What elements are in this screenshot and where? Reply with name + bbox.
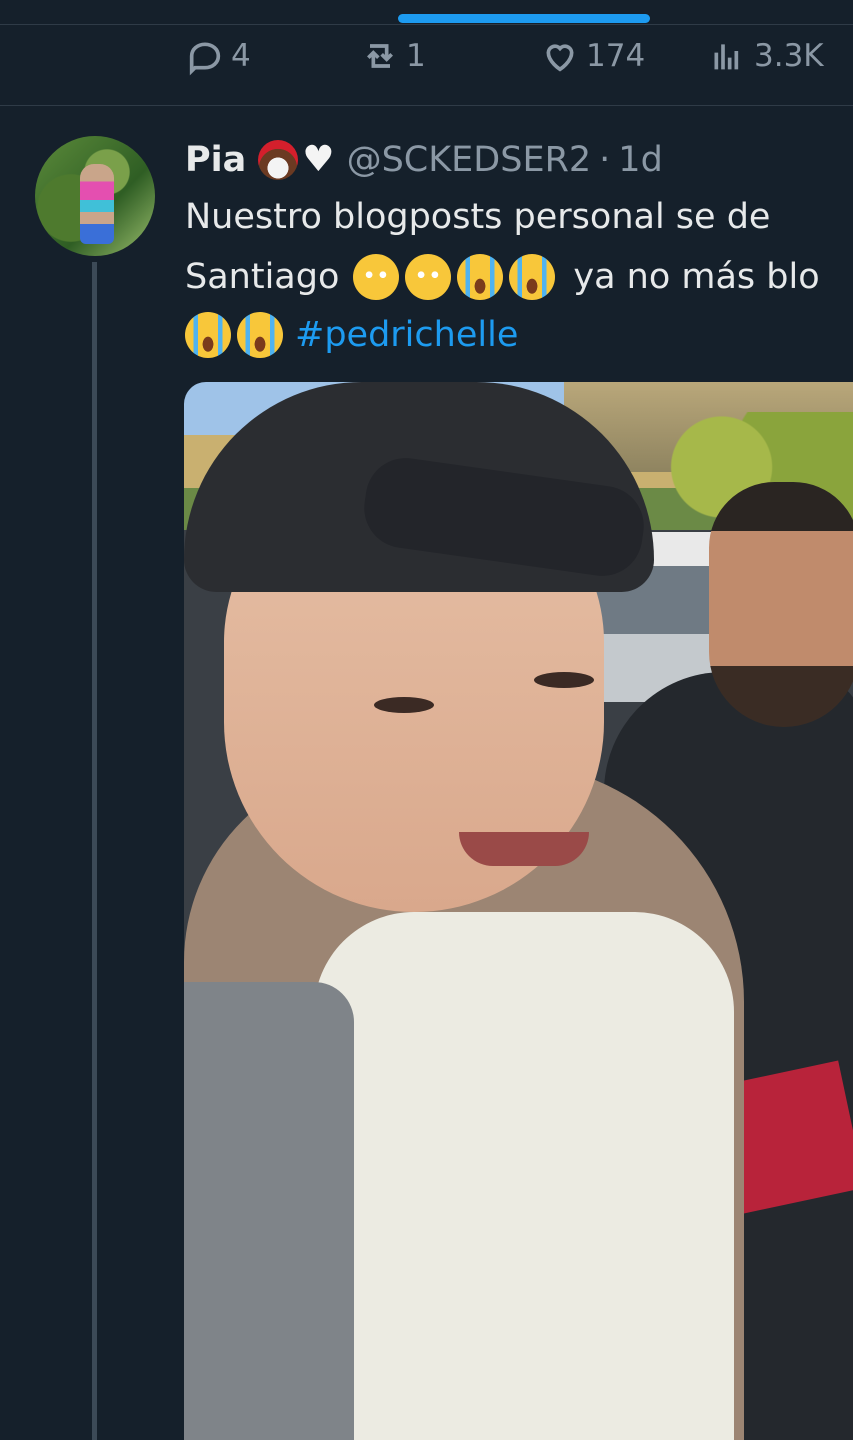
tweet-text-line-3: #pedrichelle xyxy=(185,306,853,364)
loudly-crying-face-emoji xyxy=(185,312,231,358)
santa-emoji xyxy=(258,140,299,180)
timestamp[interactable]: 1d xyxy=(618,140,663,180)
avatar-figure xyxy=(80,164,114,244)
reply-count: 4 xyxy=(231,38,251,74)
retweet-button[interactable]: 1 xyxy=(360,30,426,82)
tweet-text-line-1: Nuestro blogposts personal se de xyxy=(185,197,771,237)
thread-line xyxy=(92,262,97,1440)
pleading-face-emoji xyxy=(405,254,452,300)
photo-eye-right xyxy=(534,672,594,688)
separator: · xyxy=(599,140,611,180)
views-button[interactable]: 3.3K xyxy=(708,30,824,82)
previous-tweet-actions: 4 1 174 3.3K xyxy=(0,30,853,82)
white-heart-emoji: ♥ xyxy=(302,139,335,180)
photo-backpack-strap xyxy=(184,982,354,1440)
avatar[interactable] xyxy=(35,136,155,256)
loudly-crying-face-emoji xyxy=(457,254,504,300)
tweet-text-line-2: Santiago ya no más blo xyxy=(185,248,853,306)
retweet-count: 1 xyxy=(406,38,426,74)
hashtag-link[interactable]: #pedrichelle xyxy=(295,306,518,364)
retweet-icon xyxy=(367,44,393,68)
scroll-indicator xyxy=(398,14,650,23)
photo-eye-left xyxy=(374,697,434,713)
emoji-group xyxy=(353,254,561,300)
views-icon xyxy=(714,44,739,70)
photo-person-right-head xyxy=(709,482,853,727)
loudly-crying-face-emoji xyxy=(237,312,283,358)
tweet-header: Pia ♥ @SCKEDSER2 · 1d xyxy=(185,137,663,183)
pleading-face-emoji xyxy=(353,254,400,300)
name-emoji-badge: ♥ xyxy=(258,139,335,180)
photo-mouth xyxy=(459,832,589,866)
loudly-crying-face-emoji xyxy=(509,254,556,300)
top-divider xyxy=(0,24,853,25)
author-name[interactable]: Pia xyxy=(185,140,246,180)
photo-person-left-shirt xyxy=(314,912,734,1440)
tweet-divider xyxy=(0,105,853,106)
text-santiago: Santiago xyxy=(185,257,340,297)
text-line-2-end: ya no más blo xyxy=(573,257,820,297)
heart-icon xyxy=(546,44,574,72)
view-count: 3.3K xyxy=(754,38,824,74)
like-count: 174 xyxy=(586,38,646,74)
reply-icon xyxy=(189,42,221,76)
like-button[interactable]: 174 xyxy=(540,30,645,82)
reply-button[interactable]: 4 xyxy=(185,30,251,82)
tweet-photo[interactable] xyxy=(184,382,853,1440)
author-handle[interactable]: @SCKEDSER2 xyxy=(347,140,592,180)
